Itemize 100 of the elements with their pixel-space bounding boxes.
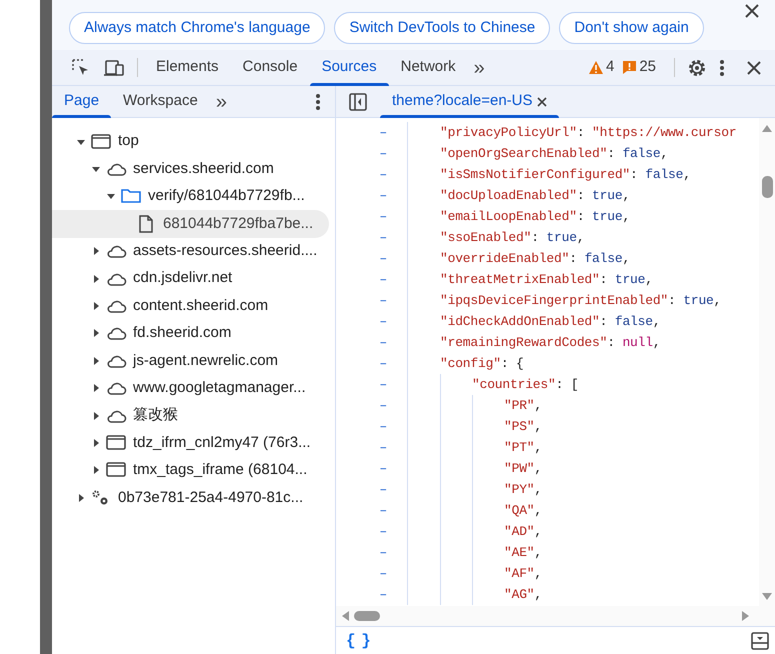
gutter-mark: –: [336, 164, 408, 185]
scroll-left-icon[interactable]: [340, 610, 350, 622]
code-line: "PS",: [504, 418, 542, 436]
code-line: "AE",: [504, 544, 542, 562]
code-line: "isSmsNotifierConfigured": false,: [440, 166, 691, 184]
frame-icon: [90, 132, 112, 152]
more-options-icon[interactable]: [719, 58, 725, 76]
collapsed-arrow-icon[interactable]: [91, 356, 101, 366]
more-tabs-button[interactable]: »: [468, 50, 491, 85]
collapsed-arrow-icon[interactable]: [91, 465, 101, 476]
code-line: "QA",: [504, 502, 542, 520]
gutter-mark: –: [336, 542, 408, 563]
gutter-mark: –: [336, 374, 408, 395]
tree-item[interactable]: fd.sheerid.com: [52, 320, 329, 348]
code-line: "AF",: [504, 564, 542, 583]
scroll-up-icon[interactable]: [761, 123, 773, 133]
gutter-mark: –: [336, 500, 408, 521]
collapsed-arrow-icon[interactable]: [91, 274, 101, 284]
code-line: "remainingRewardCodes": null,: [440, 334, 660, 352]
tree-item[interactable]: cdn.jsdelivr.net: [52, 264, 329, 292]
collapsed-arrow-icon[interactable]: [76, 492, 86, 503]
gutter-mark: –: [336, 332, 408, 353]
code-line: "idCheckAddOnEnabled": false,: [440, 312, 660, 331]
code-line: "overrideEnabled": false,: [440, 250, 630, 268]
tree-item[interactable]: assets-resources.sheerid....: [52, 238, 329, 265]
frame-icon: [105, 432, 127, 453]
expanded-arrow-icon[interactable]: [91, 164, 101, 174]
tree-item[interactable]: top: [52, 128, 329, 156]
panel-tab[interactable]: Sources: [310, 50, 389, 85]
tree-item[interactable]: www.googletagmanager...: [52, 374, 329, 402]
infobar-button[interactable]: Always match Chrome's language: [69, 12, 326, 44]
gutter-mark: –: [336, 185, 408, 206]
code-line: "AG",: [504, 586, 542, 604]
gutter-mark: –: [336, 437, 408, 458]
tree-item[interactable]: 篡改猴: [52, 402, 329, 430]
scroll-right-icon[interactable]: [741, 610, 751, 622]
settings-icon[interactable]: [687, 58, 707, 78]
scrollbar-thumb[interactable]: [354, 611, 380, 621]
toggle-navigator-icon[interactable]: [348, 92, 368, 112]
tree-item[interactable]: 681044b7729fba7be...: [52, 210, 329, 238]
gutter-mark: –: [336, 122, 408, 143]
gutter-mark: –: [336, 290, 408, 311]
gutter-mark: –: [336, 521, 408, 542]
infobar-button[interactable]: Switch DevTools to Chinese: [334, 12, 550, 44]
panel-tab[interactable]: Console: [230, 50, 310, 85]
tree-item[interactable]: services.sheerid.com: [52, 155, 329, 183]
collapsed-arrow-icon[interactable]: [91, 328, 101, 338]
collapsed-arrow-icon[interactable]: [91, 410, 101, 421]
tree-item[interactable]: content.sheerid.com: [52, 292, 329, 320]
collapsed-arrow-icon[interactable]: [91, 383, 101, 394]
gutter-mark: –: [336, 395, 408, 416]
code-line: "AD",: [504, 522, 542, 541]
close-icon[interactable]: [745, 58, 763, 76]
scroll-down-icon[interactable]: [761, 592, 773, 602]
gutter-mark: –: [336, 311, 408, 332]
gutter-mark: –: [336, 143, 408, 164]
gutter-mark: –: [336, 416, 408, 437]
code-line: "emailLoopEnabled": true,: [440, 208, 630, 226]
code-line: "PT",: [504, 438, 542, 457]
code-line: "config": {: [440, 354, 524, 373]
code-line: "ssoEnabled": true,: [440, 228, 584, 247]
warning-icon: [588, 60, 604, 75]
code-line: "ipqsDeviceFingerprintEnabled": true,: [440, 292, 722, 310]
gutter-mark: –: [336, 584, 408, 605]
pretty-print-button[interactable]: { }: [346, 628, 369, 652]
code-line: "openOrgSearchEnabled": false,: [440, 144, 668, 163]
expanded-arrow-icon[interactable]: [106, 191, 116, 202]
device-toolbar-icon[interactable]: [103, 58, 125, 78]
scrollbar-thumb[interactable]: [762, 176, 773, 198]
code-line: "PY",: [504, 480, 542, 499]
issue-icon: [622, 60, 638, 75]
gutter-mark: –: [336, 206, 408, 227]
tree-item[interactable]: tmx_tags_iframe (68104...: [52, 456, 329, 484]
gutter-mark: –: [336, 248, 408, 269]
more-tabs-button[interactable]: »: [210, 86, 233, 117]
tree-item[interactable]: verify/681044b7729fb...: [52, 182, 329, 210]
navigator-tab[interactable]: Workspace: [111, 86, 210, 117]
code-line: "PW",: [504, 460, 542, 478]
gutter-mark: –: [336, 563, 408, 584]
tree-item[interactable]: 0b73e781-25a4-4970-81c...: [52, 484, 329, 512]
collapsed-arrow-icon[interactable]: [91, 438, 101, 448]
gutter-mark: –: [336, 269, 408, 290]
code-line: "privacyPolicyUrl": "https://www.cursor: [440, 124, 736, 142]
close-icon[interactable]: [536, 96, 547, 106]
tree-item[interactable]: js-agent.newrelic.com: [52, 347, 329, 375]
infobar-button[interactable]: Don't show again: [559, 12, 704, 44]
more-options-icon[interactable]: [315, 92, 321, 110]
drawer-toggle-icon[interactable]: [751, 632, 769, 650]
collapsed-arrow-icon[interactable]: [91, 246, 101, 256]
navigator-tab[interactable]: Page: [52, 86, 112, 117]
panel-tab[interactable]: Network: [388, 50, 468, 85]
tree-item[interactable]: tdz_ifrm_cnl2my47 (76r3...: [52, 429, 329, 457]
code-line: "docUploadEnabled": true,: [440, 186, 630, 205]
gutter-mark: –: [336, 227, 408, 248]
close-icon[interactable]: [743, 2, 761, 20]
gutter-mark: –: [336, 353, 408, 374]
panel-tab[interactable]: Elements: [144, 50, 231, 85]
issue-count: 25: [639, 57, 656, 78]
gutter-mark: –: [336, 479, 408, 500]
collapsed-arrow-icon[interactable]: [91, 301, 101, 312]
